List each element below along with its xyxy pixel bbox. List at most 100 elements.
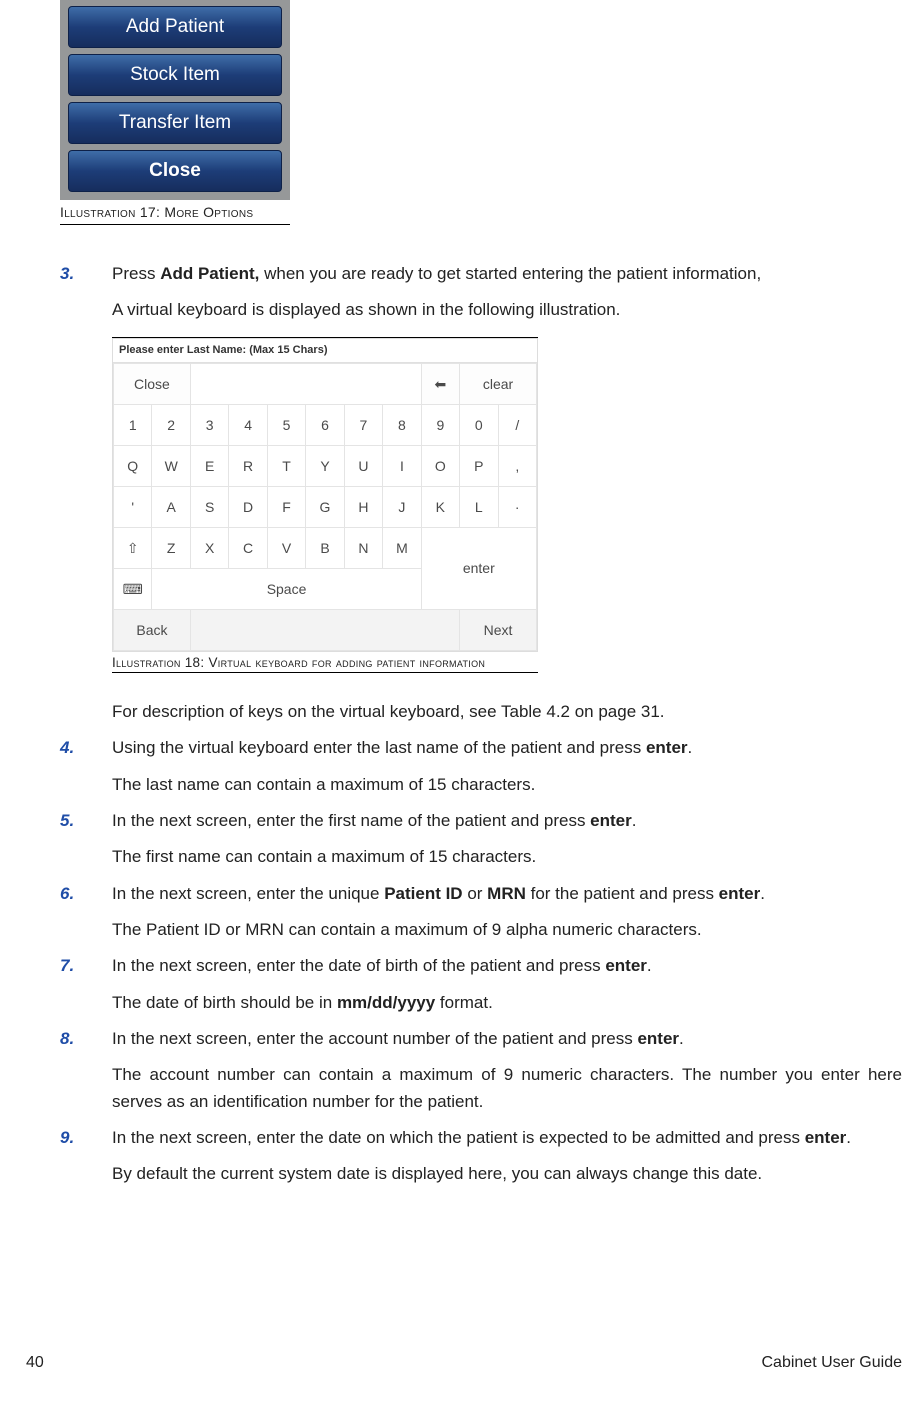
vk-key-p[interactable]: P — [460, 446, 498, 487]
vk-key-6[interactable]: 6 — [306, 405, 344, 446]
vk-key-0[interactable]: 0 — [460, 405, 498, 446]
key-label: N — [358, 540, 368, 556]
text: Press — [112, 264, 160, 283]
vk-key-dot[interactable]: · — [498, 487, 536, 528]
text: Using the virtual keyboard enter the las… — [112, 738, 646, 757]
key-label: P — [474, 458, 483, 474]
step-number: 4. — [60, 735, 88, 808]
step-body: In the next screen, enter the unique Pat… — [112, 881, 902, 954]
vk-keyboard-icon[interactable]: ⌨ — [114, 569, 152, 610]
vk-back-button[interactable]: Back — [114, 610, 191, 651]
vk-key-z[interactable]: Z — [152, 528, 190, 569]
vk-key-4[interactable]: 4 — [229, 405, 267, 446]
vk-key-g[interactable]: G — [306, 487, 344, 528]
backspace-icon: ⬅ — [434, 376, 446, 392]
step-number: 5. — [60, 808, 88, 881]
vk-backspace-button[interactable]: ⬅ — [421, 364, 459, 405]
vk-space-button[interactable]: Space — [152, 569, 421, 610]
key-label: 9 — [436, 417, 444, 433]
text: The Patient ID or MRN can contain a maxi… — [112, 917, 902, 943]
step-number: 8. — [60, 1026, 88, 1125]
vk-key-q[interactable]: Q — [114, 446, 152, 487]
vk-clear-button[interactable]: clear — [460, 364, 537, 405]
vk-key-d[interactable]: D — [229, 487, 267, 528]
label: enter — [463, 560, 495, 576]
vk-close-button[interactable]: Close — [114, 364, 191, 405]
vk-key-5[interactable]: 5 — [267, 405, 305, 446]
key-label: , — [515, 458, 519, 474]
key-label: S — [205, 499, 214, 515]
vk-key-c[interactable]: C — [229, 528, 267, 569]
transfer-item-button[interactable]: Transfer Item — [68, 102, 282, 144]
key-label: 0 — [475, 417, 483, 433]
vk-key-3[interactable]: 3 — [190, 405, 228, 446]
key-label: F — [282, 499, 291, 515]
vk-key-9[interactable]: 9 — [421, 405, 459, 446]
close-button[interactable]: Close — [68, 150, 282, 192]
key-label: 1 — [129, 417, 137, 433]
vk-key-k[interactable]: K — [421, 487, 459, 528]
key-label: J — [398, 499, 405, 515]
vk-key-comma[interactable]: , — [498, 446, 536, 487]
more-options-panel: Add Patient Stock Item Transfer Item Clo… — [60, 0, 290, 200]
key-label: 7 — [360, 417, 368, 433]
key-label: X — [205, 540, 214, 556]
vk-key-x[interactable]: X — [190, 528, 228, 569]
vk-key-j[interactable]: J — [383, 487, 421, 528]
vk-key-apos[interactable]: ' — [114, 487, 152, 528]
vk-key-1[interactable]: 1 — [114, 405, 152, 446]
step-body: In the next screen, enter the date of bi… — [112, 953, 902, 1026]
text: when you are ready to get started enteri… — [259, 264, 761, 283]
add-patient-button[interactable]: Add Patient — [68, 6, 282, 48]
text: . — [647, 956, 652, 975]
vk-key-2[interactable]: 2 — [152, 405, 190, 446]
vk-key-b[interactable]: B — [306, 528, 344, 569]
vk-key-s[interactable]: S — [190, 487, 228, 528]
stock-item-button[interactable]: Stock Item — [68, 54, 282, 96]
vk-enter-button[interactable]: enter — [421, 528, 536, 610]
vk-key-o[interactable]: O — [421, 446, 459, 487]
text: The account number can contain a maximum… — [112, 1062, 902, 1115]
vk-key-slash[interactable]: / — [498, 405, 536, 446]
vk-key-e[interactable]: E — [190, 446, 228, 487]
step-body: In the next screen, enter the date on wh… — [112, 1125, 902, 1198]
key-label: O — [435, 458, 446, 474]
vk-key-7[interactable]: 7 — [344, 405, 382, 446]
vk-key-w[interactable]: W — [152, 446, 190, 487]
vk-key-f[interactable]: F — [267, 487, 305, 528]
vk-key-u[interactable]: U — [344, 446, 382, 487]
vk-key-y[interactable]: Y — [306, 446, 344, 487]
step-body: Press Add Patient, when you are ready to… — [112, 261, 902, 736]
bold-text: Add Patient, — [160, 264, 259, 283]
key-label: H — [358, 499, 368, 515]
bold-text: enter — [805, 1128, 847, 1147]
btn-label: Close — [149, 156, 201, 185]
vk-key-n[interactable]: N — [344, 528, 382, 569]
key-label: 4 — [244, 417, 252, 433]
key-label: I — [400, 458, 404, 474]
key-label: · — [515, 499, 520, 515]
key-label: E — [205, 458, 214, 474]
vk-key-m[interactable]: M — [383, 528, 421, 569]
vk-input-field[interactable] — [190, 364, 421, 405]
vk-key-a[interactable]: A — [152, 487, 190, 528]
vk-key-8[interactable]: 8 — [383, 405, 421, 446]
key-label: L — [475, 499, 483, 515]
key-label: M — [396, 540, 408, 556]
vk-key-v[interactable]: V — [267, 528, 305, 569]
text: A virtual keyboard is displayed as shown… — [112, 297, 902, 323]
vk-key-t[interactable]: T — [267, 446, 305, 487]
btn-label: Transfer Item — [119, 108, 231, 137]
btn-label: Add Patient — [126, 12, 224, 41]
vk-key-i[interactable]: I — [383, 446, 421, 487]
vk-key-h[interactable]: H — [344, 487, 382, 528]
key-label: 6 — [321, 417, 329, 433]
key-label: ' — [131, 499, 134, 515]
vk-key-shift[interactable]: ⇧ — [114, 528, 152, 569]
illustration-18-caption: Illustration 18: Virtual keyboard for ad… — [112, 654, 538, 673]
vk-next-button[interactable]: Next — [460, 610, 537, 651]
vk-key-l[interactable]: L — [460, 487, 498, 528]
key-label: U — [358, 458, 368, 474]
vk-key-r[interactable]: R — [229, 446, 267, 487]
key-label: / — [515, 417, 519, 433]
